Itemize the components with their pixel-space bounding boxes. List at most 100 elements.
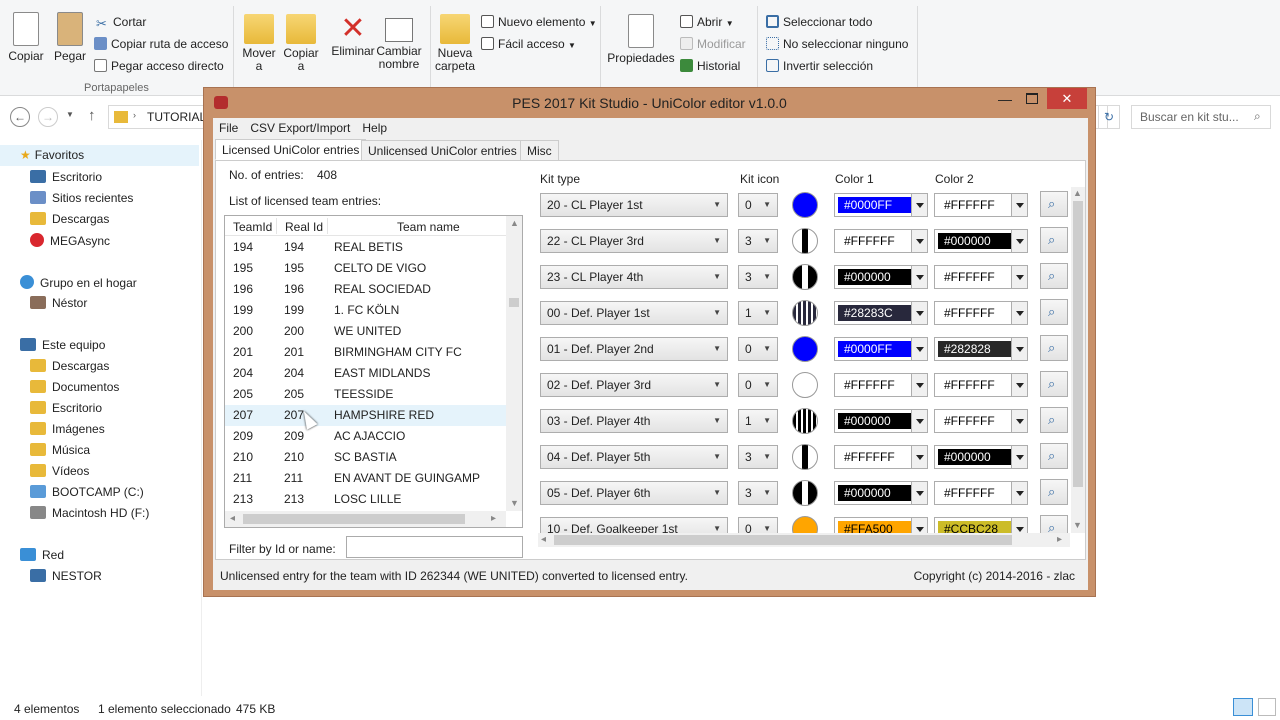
scroll-up-icon[interactable]: ▲	[1073, 188, 1082, 198]
kit-hscroll-thumb[interactable]	[554, 535, 1012, 545]
back-arrow-icon[interactable]: ←	[10, 107, 30, 127]
scroll-left-icon[interactable]: ◂	[230, 513, 235, 524]
chevron-down-icon[interactable]	[911, 338, 927, 360]
chevron-down-icon[interactable]	[911, 302, 927, 324]
nav-network[interactable]: Red	[20, 548, 64, 562]
color1-picker[interactable]: #FFFFFF	[834, 373, 928, 397]
scroll-down-icon[interactable]: ▼	[1073, 520, 1082, 530]
properties-button[interactable]: Propiedades	[606, 14, 676, 65]
nav-pc-downloads[interactable]: Descargas	[30, 359, 109, 373]
kit-icon-combo[interactable]: 0 ▼	[738, 193, 778, 217]
chevron-down-icon[interactable]	[1011, 302, 1027, 324]
select-all-button[interactable]: Seleccionar todo	[766, 15, 872, 29]
kit-icon-combo[interactable]: 3 ▼	[738, 445, 778, 469]
forward-arrow-icon[interactable]: →	[38, 107, 58, 127]
copy-button[interactable]: Copiar	[6, 12, 46, 63]
list-scrollbar-vertical[interactable]: ▲ ▼	[506, 216, 522, 511]
nav-item-megasync[interactable]: MEGAsync	[30, 233, 110, 248]
preview-button[interactable]: ⌕	[1040, 263, 1068, 289]
table-row[interactable]: 211 211 EN AVANT DE GUINGAMP	[225, 468, 506, 489]
kit-type-combo[interactable]: 00 - Def. Player 1st ▼	[540, 301, 728, 325]
large-icons-view-icon[interactable]	[1258, 698, 1276, 716]
cut-button[interactable]: ✂ Cortar	[96, 15, 146, 31]
color1-picker[interactable]: #FFA500	[834, 517, 928, 533]
chevron-down-icon[interactable]	[911, 374, 927, 396]
chevron-down-icon[interactable]	[1011, 194, 1027, 216]
kit-icon-combo[interactable]: 3 ▼	[738, 229, 778, 253]
move-to-button[interactable]: Mover a	[240, 14, 278, 73]
table-row[interactable]: 196 196 REAL SOCIEDAD	[225, 279, 506, 300]
table-row[interactable]: 213 213 LOSC LILLE	[225, 489, 506, 510]
scroll-thumb[interactable]	[509, 298, 519, 307]
color1-picker[interactable]: #000000	[834, 409, 928, 433]
chevron-down-icon[interactable]	[1011, 374, 1027, 396]
kit-type-combo[interactable]: 02 - Def. Player 3rd ▼	[540, 373, 728, 397]
chevron-down-icon[interactable]	[911, 482, 927, 504]
close-button[interactable]: ✕	[1047, 88, 1087, 109]
list-scrollbar-horizontal[interactable]: ◂ ▸	[225, 511, 506, 527]
table-row[interactable]: 205 205 TEESSIDE	[225, 384, 506, 405]
nav-favorites[interactable]: ★ Favoritos	[20, 148, 84, 162]
hscroll-thumb[interactable]	[243, 514, 465, 524]
nav-pc-macintosh[interactable]: Macintosh HD (F:)	[30, 506, 149, 520]
search-box[interactable]: Buscar en kit stu... ⌕	[1131, 105, 1271, 129]
modify-button[interactable]: Modificar	[680, 37, 746, 51]
color1-picker[interactable]: #000000	[834, 481, 928, 505]
menu-help[interactable]: Help	[356, 118, 393, 138]
menu-file[interactable]: File	[213, 118, 244, 138]
kit-icon-combo[interactable]: 0 ▼	[738, 373, 778, 397]
nav-pc-desktop[interactable]: Escritorio	[30, 401, 102, 415]
nav-this-pc[interactable]: Este equipo	[20, 338, 105, 352]
color2-picker[interactable]: #FFFFFF	[934, 265, 1028, 289]
kit-type-combo[interactable]: 22 - CL Player 3rd ▼	[540, 229, 728, 253]
color1-picker[interactable]: #FFFFFF	[834, 229, 928, 253]
scroll-right-icon[interactable]: ▸	[1057, 534, 1062, 545]
nav-homegroup-user[interactable]: Néstor	[30, 296, 87, 310]
table-row[interactable]: 207 207 HAMPSHIRE RED	[225, 405, 506, 426]
preview-button[interactable]: ⌕	[1040, 479, 1068, 505]
search-input[interactable]: Buscar en kit stu...	[1140, 110, 1239, 124]
chevron-down-icon[interactable]	[1011, 266, 1027, 288]
chevron-down-icon[interactable]	[911, 230, 927, 252]
history-button[interactable]: Historial	[680, 59, 740, 73]
color1-picker[interactable]: #000000	[834, 265, 928, 289]
kit-icon-combo[interactable]: 3 ▼	[738, 481, 778, 505]
paste-shortcut-button[interactable]: Pegar acceso directo	[94, 59, 224, 73]
nav-pc-videos[interactable]: Vídeos	[30, 464, 89, 478]
new-folder-button[interactable]: Nueva carpeta	[435, 14, 475, 73]
kit-icon-combo[interactable]: 1 ▼	[738, 409, 778, 433]
recent-chevron-icon[interactable]: ▼	[66, 110, 74, 119]
preview-button[interactable]: ⌕	[1040, 407, 1068, 433]
minimize-icon[interactable]: —	[998, 91, 1012, 107]
nav-item-escritorio[interactable]: Escritorio	[30, 170, 102, 184]
nav-pc-documents[interactable]: Documentos	[30, 380, 119, 394]
scroll-up-icon[interactable]: ▲	[510, 218, 519, 228]
menu-csv[interactable]: CSV Export/Import	[244, 118, 356, 138]
nav-pc-music[interactable]: Música	[30, 443, 90, 457]
invert-selection-button[interactable]: Invertir selección	[766, 59, 873, 73]
table-row[interactable]: 195 195 CELTO DE VIGO	[225, 258, 506, 279]
nav-pc-bootcamp[interactable]: BOOTCAMP (C:)	[30, 485, 144, 499]
preview-button[interactable]: ⌕	[1040, 443, 1068, 469]
kit-scrollbar-horizontal[interactable]: ◂ ▸	[538, 533, 1070, 547]
chevron-down-icon[interactable]	[1011, 338, 1027, 360]
tab-licensed[interactable]: Licensed UniColor entries	[215, 139, 367, 160]
tab-unlicensed[interactable]: Unlicensed UniColor entries	[361, 140, 524, 161]
nav-pc-images[interactable]: Imágenes	[30, 422, 105, 436]
chevron-down-icon[interactable]	[1011, 482, 1027, 504]
kit-type-combo[interactable]: 04 - Def. Player 5th ▼	[540, 445, 728, 469]
color2-picker[interactable]: #FFFFFF	[934, 373, 1028, 397]
chevron-down-icon[interactable]	[1011, 410, 1027, 432]
color2-picker[interactable]: #FFFFFF	[934, 301, 1028, 325]
chevron-down-icon[interactable]	[911, 266, 927, 288]
kit-type-combo[interactable]: 10 - Def. Goalkeeper 1st ▼	[540, 517, 728, 533]
kit-scrollbar-vertical[interactable]: ▲ ▼	[1071, 187, 1085, 533]
details-view-icon[interactable]	[1233, 698, 1253, 716]
nav-item-downloads[interactable]: Descargas	[30, 212, 109, 226]
copy-path-button[interactable]: Copiar ruta de acceso	[94, 37, 228, 51]
chevron-down-icon[interactable]	[1011, 446, 1027, 468]
color1-picker[interactable]: #0000FF	[834, 193, 928, 217]
color2-picker[interactable]: #CCBC28	[934, 517, 1028, 533]
kit-icon-combo[interactable]: 0 ▼	[738, 517, 778, 533]
new-item-button[interactable]: Nuevo elemento ▼	[481, 15, 597, 29]
